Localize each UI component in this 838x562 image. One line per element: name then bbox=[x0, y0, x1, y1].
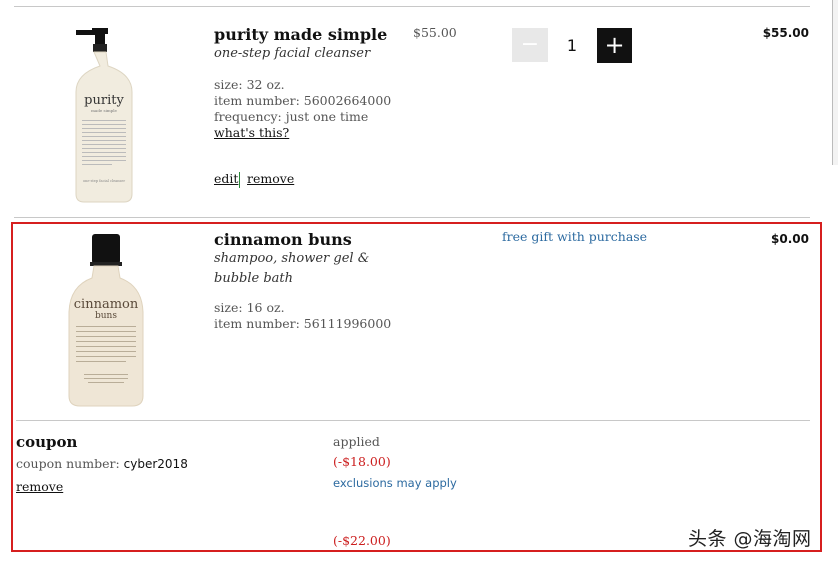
purity-bottle-sublabel: made simple bbox=[91, 108, 117, 113]
item-name[interactable]: purity made simple bbox=[214, 25, 387, 44]
item-number: item number: 56002664000 bbox=[214, 93, 392, 108]
item-frequency: frequency: just one time bbox=[214, 109, 369, 124]
purity-bottle-label: purity bbox=[84, 93, 124, 108]
watermark: 头条 @海淘网 bbox=[688, 528, 812, 550]
link-separator bbox=[239, 172, 240, 188]
coupon-number: coupon number: cyber2018 bbox=[16, 456, 188, 472]
item-name[interactable]: cinnamon buns bbox=[214, 230, 352, 249]
item-number: item number: 56111996000 bbox=[214, 316, 392, 331]
scrollbar[interactable] bbox=[832, 0, 838, 165]
whats-this-link[interactable]: what's this? bbox=[214, 125, 289, 140]
quantity-decrease-button[interactable]: − bbox=[512, 28, 548, 62]
coupon-remove-link[interactable]: remove bbox=[16, 479, 63, 494]
cinnamon-bottle-sublabel: buns bbox=[95, 311, 117, 321]
cinnamon-bottle-image: cinnamon buns bbox=[68, 234, 144, 407]
coupon-number-label: coupon number: bbox=[16, 456, 120, 471]
item-total: $0.00 bbox=[771, 232, 809, 246]
remove-link[interactable]: remove bbox=[247, 171, 294, 186]
coupon-code: cyber2018 bbox=[123, 457, 188, 471]
coupon-discount: (-$18.00) bbox=[333, 454, 391, 469]
coupon-divider bbox=[16, 420, 810, 421]
purity-bottle-footer: one-step facial cleanser bbox=[83, 179, 125, 183]
coupon-title: coupon bbox=[16, 433, 78, 451]
item-size: size: 32 oz. bbox=[214, 77, 285, 92]
cinnamon-bottle-label: cinnamon bbox=[74, 297, 139, 312]
item-subtitle: shampoo, shower gel & bubble bath bbox=[214, 251, 370, 286]
item-divider bbox=[14, 217, 810, 218]
purity-bottle-image: purity made simple one-step facial clean… bbox=[75, 28, 133, 203]
quantity-input[interactable] bbox=[548, 28, 596, 62]
free-gift-note: free gift with purchase bbox=[502, 229, 648, 244]
total-discount: (-$22.00) bbox=[333, 533, 391, 548]
coupon-status: applied bbox=[333, 434, 380, 449]
item-total: $55.00 bbox=[762, 26, 809, 40]
quantity-increase-button[interactable]: + bbox=[597, 28, 632, 63]
item-subtitle: one-step facial cleanser bbox=[214, 46, 371, 61]
edit-link[interactable]: edit bbox=[214, 171, 238, 186]
top-divider bbox=[14, 6, 810, 7]
item-size: size: 16 oz. bbox=[214, 300, 285, 315]
exclusions-note[interactable]: exclusions may apply bbox=[333, 475, 457, 491]
unit-price: $55.00 bbox=[413, 25, 457, 40]
